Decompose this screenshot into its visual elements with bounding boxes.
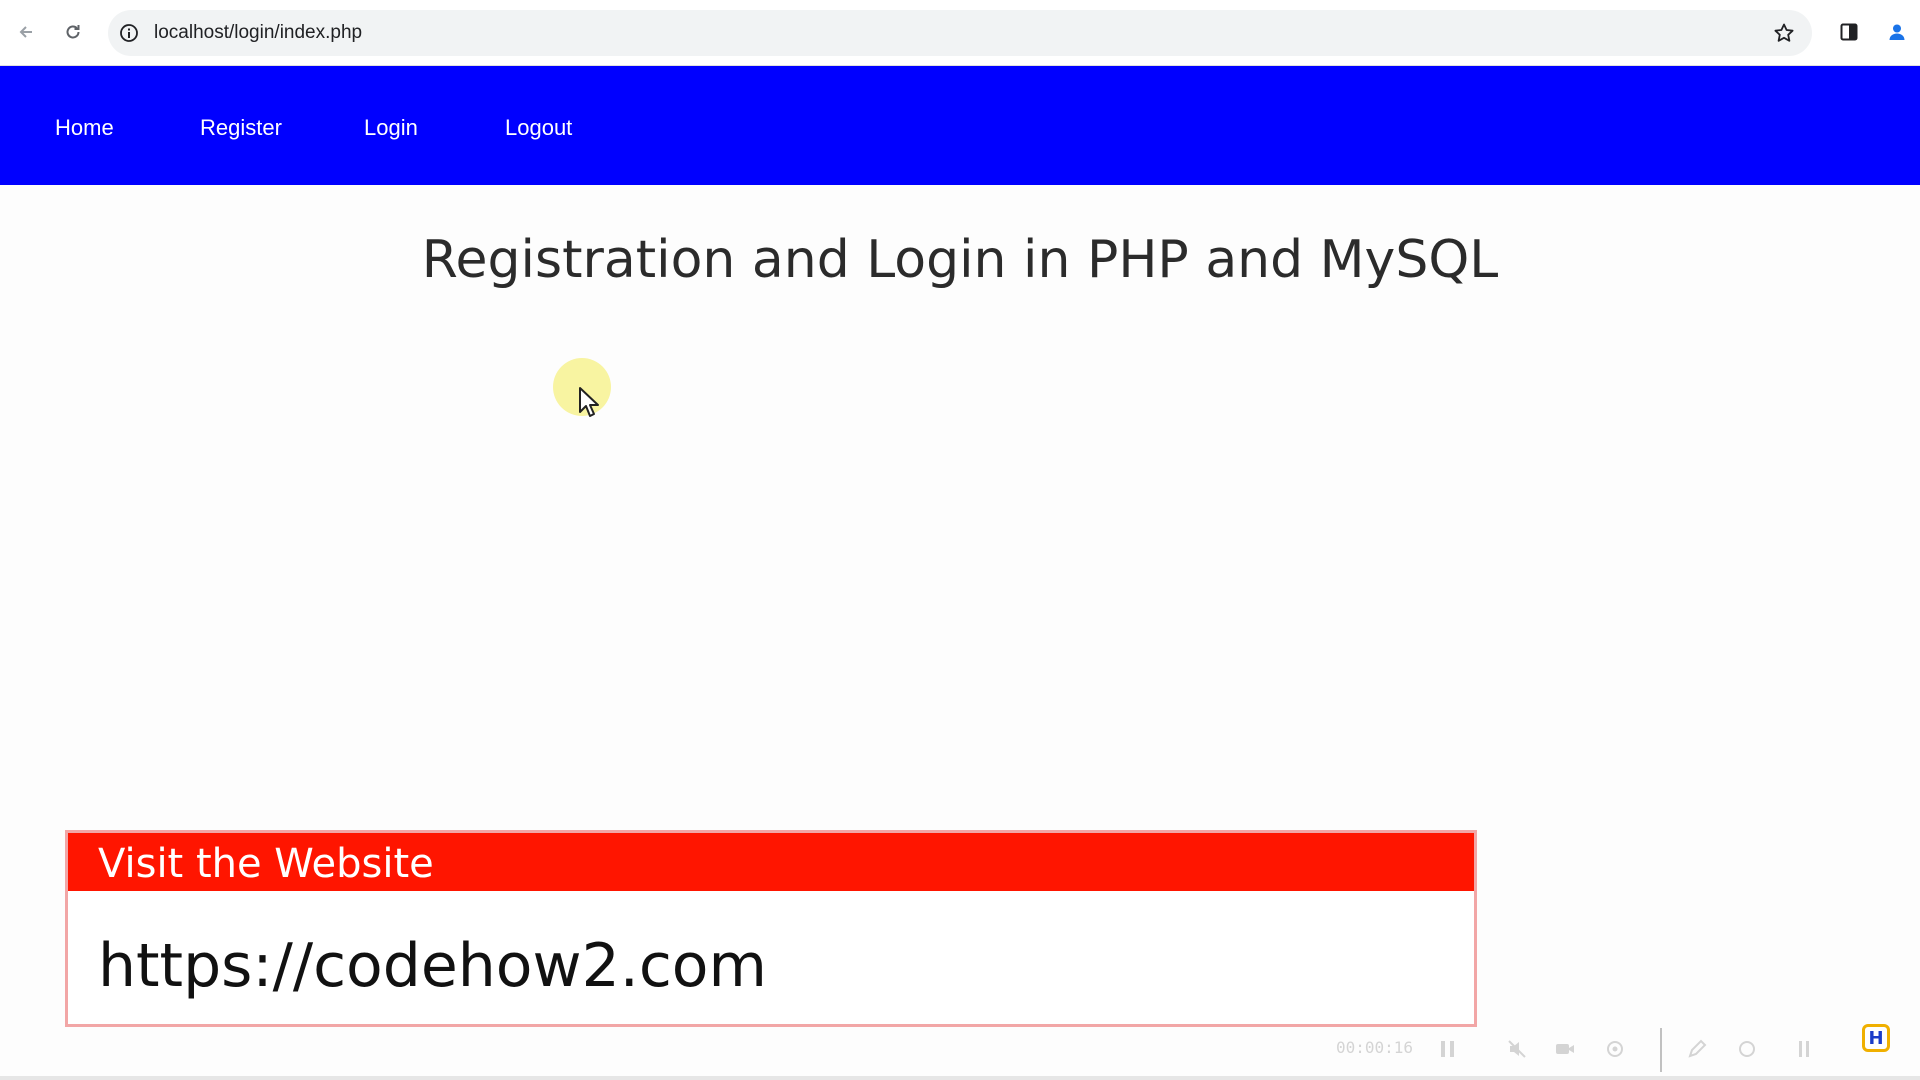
profile-button[interactable] bbox=[1881, 16, 1913, 48]
nav-link-register[interactable]: Register bbox=[200, 115, 282, 141]
bookmark-star-button[interactable] bbox=[1772, 21, 1796, 45]
banner-header: Visit the Website bbox=[68, 833, 1474, 891]
website-promo-banner: Visit the Website https://codehow2.com bbox=[65, 830, 1477, 1027]
webcam-icon[interactable] bbox=[1736, 1038, 1758, 1060]
browser-toolbar: localhost/login/index.php bbox=[0, 0, 1920, 66]
nav-link-home[interactable]: Home bbox=[55, 115, 114, 141]
recorder-toolbar: 00:00:16 bbox=[1320, 1028, 1880, 1072]
side-panel-icon bbox=[1840, 23, 1858, 41]
camera-icon[interactable] bbox=[1554, 1038, 1576, 1060]
side-panel-button[interactable] bbox=[1833, 16, 1865, 48]
back-button[interactable] bbox=[10, 16, 42, 48]
nav-link-login[interactable]: Login bbox=[364, 115, 418, 141]
address-bar[interactable]: localhost/login/index.php bbox=[108, 10, 1812, 56]
site-navbar: Home Register Login Logout bbox=[0, 66, 1920, 185]
url-text[interactable]: localhost/login/index.php bbox=[154, 22, 362, 44]
mouse-pointer-icon bbox=[579, 387, 599, 417]
screen: localhost/login/index.php Home Register … bbox=[0, 0, 1920, 1080]
back-icon bbox=[19, 26, 32, 38]
nav-link-logout[interactable]: Logout bbox=[505, 115, 572, 141]
reload-icon bbox=[66, 25, 80, 39]
star-icon bbox=[1774, 23, 1794, 42]
pause-icon[interactable] bbox=[1438, 1038, 1458, 1060]
mute-icon[interactable] bbox=[1506, 1038, 1528, 1060]
bottom-edge bbox=[0, 1076, 1920, 1080]
settings-icon[interactable] bbox=[1604, 1038, 1626, 1060]
profile-icon bbox=[1889, 24, 1905, 40]
recorder-timer: 00:00:16 bbox=[1336, 1038, 1414, 1057]
page-title: Registration and Login in PHP and MySQL bbox=[421, 230, 1499, 290]
stop-icon[interactable] bbox=[1796, 1038, 1812, 1060]
banner-url: https://codehow2.com bbox=[98, 931, 767, 1001]
banner-title: Visit the Website bbox=[98, 841, 434, 887]
recorder-separator bbox=[1660, 1028, 1662, 1072]
channel-logo: H bbox=[1862, 1024, 1890, 1052]
reload-button[interactable] bbox=[57, 16, 89, 48]
pen-icon[interactable] bbox=[1686, 1038, 1708, 1060]
info-icon[interactable] bbox=[118, 22, 140, 44]
